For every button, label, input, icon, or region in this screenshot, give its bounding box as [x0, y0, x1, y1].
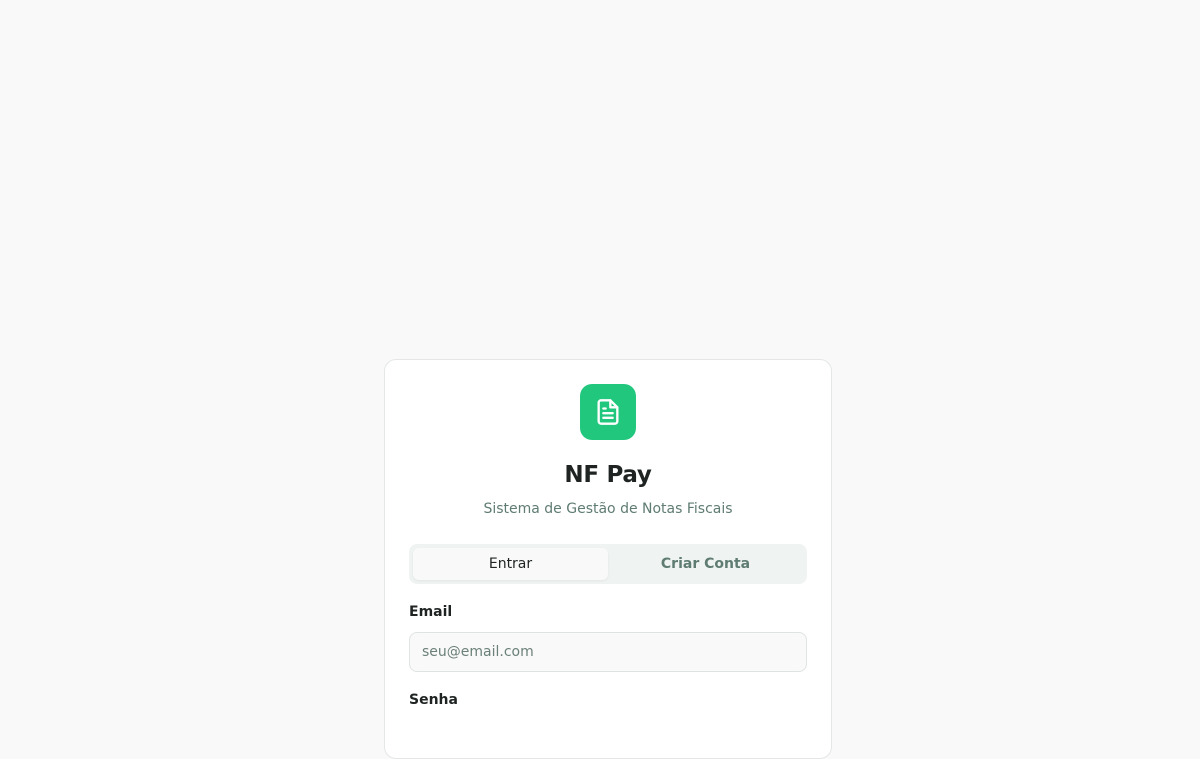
email-label: Email: [409, 604, 453, 620]
app-subtitle: Sistema de Gestão de Notas Fiscais: [483, 501, 733, 517]
auth-tabs: Entrar Criar Conta: [409, 544, 807, 584]
app-title: NF Pay: [564, 462, 652, 488]
app-logo: [580, 384, 636, 440]
password-label: Senha: [409, 692, 458, 708]
login-card: NF Pay Sistema de Gestão de Notas Fiscai…: [384, 359, 832, 759]
tab-entrar[interactable]: Entrar: [413, 548, 608, 580]
tab-criar-conta[interactable]: Criar Conta: [608, 548, 803, 580]
email-field[interactable]: [409, 632, 807, 672]
document-icon: [597, 399, 619, 425]
